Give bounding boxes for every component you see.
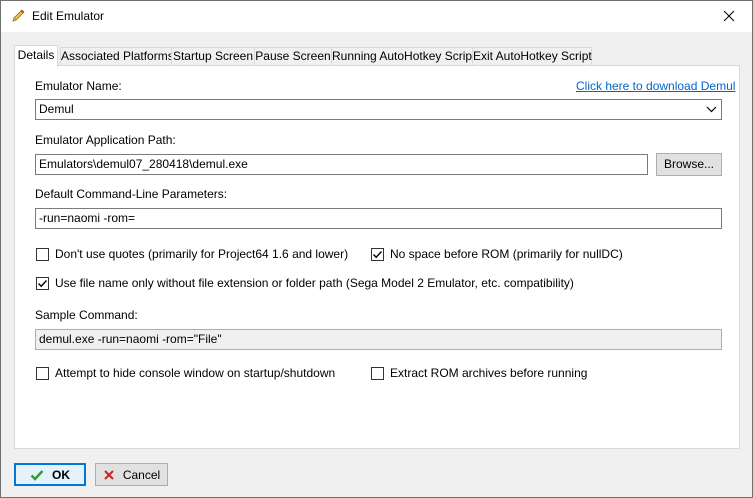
tab-startup-screen[interactable]: Startup Screen: [171, 47, 255, 66]
checkbox-box[interactable]: [36, 366, 49, 380]
ok-button[interactable]: OK: [14, 463, 86, 486]
tab-associated-platforms[interactable]: Associated Platforms: [60, 47, 174, 66]
edit-emulator-window: Edit Emulator Details Associated Platfor…: [0, 0, 753, 498]
pencil-icon: [10, 8, 26, 24]
checkbox-box[interactable]: [371, 366, 384, 380]
browse-button[interactable]: Browse...: [656, 153, 722, 176]
tab-exit-autohotkey-script[interactable]: Exit AutoHotkey Script: [472, 47, 592, 66]
checkbox-box[interactable]: [36, 276, 49, 290]
download-demul-link[interactable]: Click here to download Demul: [576, 79, 735, 93]
no-quotes-label: Don't use quotes (primarily for Project6…: [55, 247, 349, 261]
file-name-only-checkbox[interactable]: Use file name only without file extensio…: [36, 275, 574, 291]
title-bar[interactable]: Edit Emulator: [1, 1, 752, 32]
checkmark-icon: [38, 279, 48, 287]
app-path-label: Emulator Application Path:: [35, 133, 176, 147]
extract-rom-label: Extract ROM archives before running: [390, 366, 588, 380]
emulator-name-combobox[interactable]: Demul: [35, 99, 722, 120]
tab-details[interactable]: Details: [14, 45, 58, 67]
extract-rom-checkbox[interactable]: Extract ROM archives before running: [371, 365, 587, 381]
no-space-checkbox[interactable]: No space before ROM (primarily for nullD…: [371, 246, 623, 262]
checkbox-box[interactable]: [36, 247, 49, 261]
cmdline-label: Default Command-Line Parameters:: [35, 187, 228, 201]
no-space-label: No space before ROM (primarily for nullD…: [390, 247, 623, 261]
ok-button-label: OK: [52, 467, 70, 482]
sample-command-output: demul.exe -run=naomi -rom="File": [35, 329, 722, 350]
tab-pause-screen[interactable]: Pause Screen: [254, 47, 332, 66]
window-title: Edit Emulator: [32, 9, 105, 23]
cmdline-input[interactable]: -run=naomi -rom=: [35, 208, 722, 229]
sample-command-label: Sample Command:: [35, 308, 138, 322]
app-path-input[interactable]: Emulators\demul07_280418\demul.exe: [35, 154, 648, 175]
checkmark-icon: [373, 250, 383, 258]
hide-console-checkbox[interactable]: Attempt to hide console window on startu…: [36, 365, 335, 381]
no-quotes-checkbox[interactable]: Don't use quotes (primarily for Project6…: [36, 246, 348, 262]
green-checkmark-icon: [30, 469, 44, 481]
cancel-button[interactable]: Cancel: [95, 463, 168, 486]
tab-running-autohotkey-script[interactable]: Running AutoHotkey Script: [331, 47, 475, 66]
emulator-name-label: Emulator Name:: [35, 79, 122, 93]
emulator-name-value: Demul: [39, 102, 74, 116]
details-panel: Emulator Name: Click here to download De…: [14, 65, 740, 449]
chevron-down-icon: [706, 106, 717, 113]
close-button[interactable]: [706, 1, 752, 31]
hide-console-label: Attempt to hide console window on startu…: [55, 366, 336, 380]
red-x-icon: [104, 469, 114, 480]
file-name-only-label: Use file name only without file extensio…: [55, 276, 574, 290]
cancel-button-label: Cancel: [122, 467, 161, 482]
close-icon: [723, 10, 735, 22]
checkbox-box[interactable]: [371, 247, 384, 261]
